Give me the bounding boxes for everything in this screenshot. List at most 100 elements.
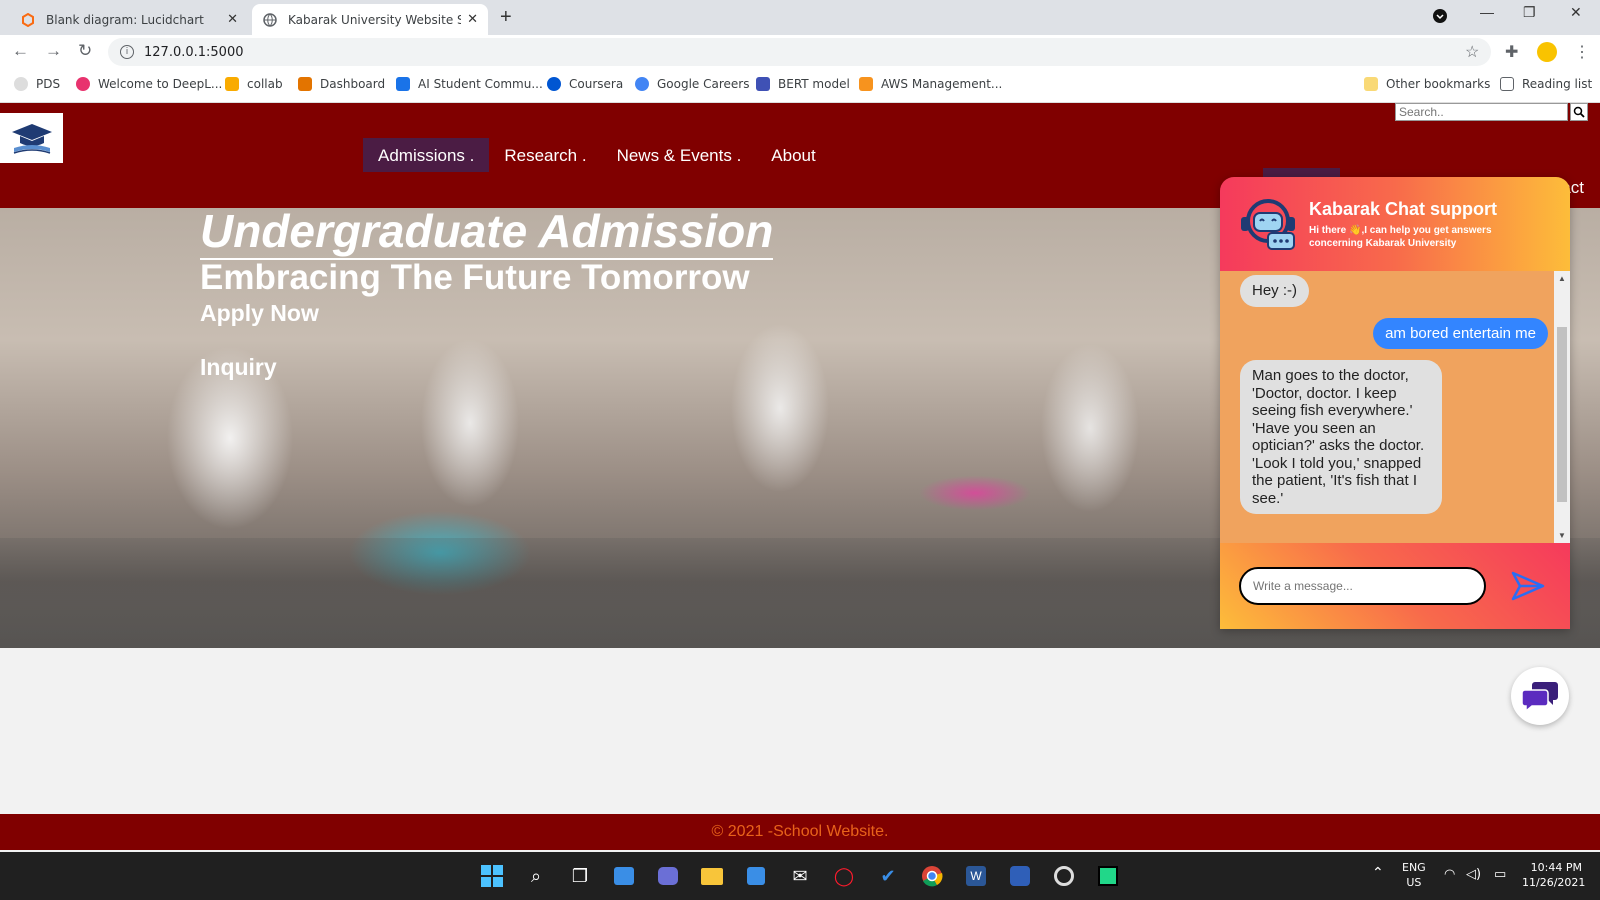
chat-title: Kabarak Chat support [1309,199,1498,219]
clock[interactable]: 10:44 PM 11/26/2021 [1522,860,1585,890]
search-input[interactable] [1395,103,1568,121]
reload-icon[interactable]: ↻ [78,41,92,61]
tray-overflow-icon[interactable]: ⌃ [1372,866,1384,881]
main-nav: Admissions . Research . News & Events . … [363,138,831,172]
ai-community-icon [396,77,410,91]
widgets-icon[interactable] [610,862,638,890]
tab-lucidchart[interactable]: Blank diagram: Lucidchart ✕ [10,4,248,35]
message-row: Hey :-) [1240,275,1548,307]
bookmark-item[interactable]: Google Careers [635,77,749,91]
site-footer: © 2021 -School Website. [0,814,1600,850]
profile-menu-icon[interactable] [1432,8,1448,27]
maximize-icon[interactable]: ❐ [1523,4,1536,21]
message-row: Man goes to the doctor, 'Doctor, doctor.… [1240,360,1548,514]
tab-title: Kabarak University Website Samp [288,12,462,27]
nav-admissions[interactable]: Admissions . [363,138,490,172]
folder-icon [1364,77,1378,91]
tab-kabarak[interactable]: Kabarak University Website Samp ✕ [252,4,488,35]
bookmark-item[interactable]: Welcome to DeepL... [76,77,222,91]
chat-widget: Kabarak Chat support Hi there 👋,I can he… [1220,177,1570,629]
word-icon[interactable]: W [962,862,990,890]
file-explorer-icon[interactable] [698,862,726,890]
todo-icon[interactable]: ✔ [874,862,902,890]
close-icon[interactable]: ✕ [227,12,238,27]
bookmark-item[interactable]: Coursera [547,77,623,91]
more-menu-icon[interactable]: ⋮ [1574,42,1590,62]
nav-research[interactable]: Research . [489,138,601,172]
lucidchart-icon [20,12,36,28]
browser-chrome: Blank diagram: Lucidchart ✕ Kabarak Univ… [0,0,1600,103]
tab-strip: Blank diagram: Lucidchart ✕ Kabarak Univ… [0,0,1600,35]
extensions-icon[interactable]: ✚ [1505,42,1518,62]
window-close-icon[interactable]: ✕ [1570,4,1582,21]
apply-now-link[interactable]: Apply Now [200,300,319,327]
deepl-icon [76,77,90,91]
scroll-up-icon[interactable]: ▲ [1558,274,1566,283]
mail-icon[interactable]: ✉ [786,862,814,890]
hero-subtitle: Embracing The Future Tomorrow [200,258,750,297]
bookmark-item[interactable]: AI Student Commu... [396,77,543,91]
scrollbar-thumb[interactable] [1557,327,1567,502]
inquiry-link[interactable]: Inquiry [200,354,277,381]
bookmark-item[interactable]: BERT model [756,77,850,91]
tab-title: Blank diagram: Lucidchart [46,12,204,27]
minimize-icon[interactable]: — [1480,4,1494,20]
chat-footer [1220,543,1570,629]
search-icon[interactable]: ⌕ [522,862,550,890]
bert-icon [756,77,770,91]
battery-icon[interactable]: ▭ [1494,867,1506,882]
windows-start-icon[interactable] [478,862,506,890]
nav-about[interactable]: About [756,138,830,172]
bookmark-star-icon[interactable]: ☆ [1465,42,1479,62]
os-taskbar: ⌕ ❐ ✉ ◯ ✔ W ⌃ ENG US ◠ ◁) ▭ 10:44 PM 11/… [0,852,1600,900]
reading-list-icon [1500,77,1514,91]
send-icon[interactable] [1510,568,1546,604]
scroll-down-icon[interactable]: ▼ [1558,531,1566,540]
address-bar[interactable]: i 127.0.0.1:5000 [108,38,1491,66]
pycharm-icon[interactable] [1094,862,1122,890]
store-icon[interactable] [742,862,770,890]
task-view-icon[interactable]: ❐ [566,862,594,890]
chrome-icon[interactable] [918,862,946,890]
hero-title: Undergraduate Admission [200,208,774,260]
chat-scrollbar[interactable]: ▲ ▼ [1554,271,1570,543]
reading-list[interactable]: Reading list [1500,77,1592,91]
chat-toggle-button[interactable] [1511,667,1569,725]
bot-message: Hey :-) [1240,275,1309,307]
chat-messages: Hey :-) am bored entertain me Man goes t… [1220,271,1570,543]
volume-icon[interactable]: ◁) [1466,867,1481,882]
user-message: am bored entertain me [1373,317,1548,349]
close-icon[interactable]: ✕ [467,12,478,27]
other-bookmarks[interactable]: Other bookmarks [1364,77,1490,91]
drive-icon [225,77,239,91]
back-icon[interactable]: ← [12,41,29,61]
coursera-icon [547,77,561,91]
bookmark-item[interactable]: collab [225,77,283,91]
opera-icon[interactable]: ◯ [830,862,858,890]
avatar[interactable] [1537,42,1557,62]
nav-news-events[interactable]: News & Events . [602,138,757,172]
bookmark-item[interactable]: Dashboard [298,77,385,91]
bookmark-item[interactable]: PDS [14,77,60,91]
graduation-cap-icon [11,124,52,154]
url-text: 127.0.0.1:5000 [144,44,244,60]
message-row: am bored entertain me [1240,317,1548,349]
chat-bubbles-icon [1521,682,1558,712]
university-logo[interactable] [0,113,63,163]
new-tab-button[interactable]: + [500,6,512,29]
chat-tagline: Hi there 👋,I can help you get answers co… [1309,225,1492,249]
media-player-icon[interactable] [1050,862,1078,890]
info-icon[interactable]: i [120,45,134,59]
chat-header: Kabarak Chat support Hi there 👋,I can he… [1220,177,1570,271]
wifi-icon[interactable]: ◠ [1444,867,1455,882]
bot-message: Man goes to the doctor, 'Doctor, doctor.… [1240,360,1442,514]
chat-message-input[interactable] [1239,567,1486,605]
bookmark-item[interactable]: AWS Management... [859,77,1002,91]
browser-toolbar: ← → ↻ i 127.0.0.1:5000 ☆ ✚ ⋮ [0,35,1600,69]
forward-icon[interactable]: → [45,41,62,61]
search-icon[interactable] [1570,103,1588,121]
aws-icon [859,77,873,91]
language-indicator[interactable]: ENG US [1402,860,1426,890]
teams-chat-icon[interactable] [654,862,682,890]
vpn-icon[interactable] [1006,862,1034,890]
